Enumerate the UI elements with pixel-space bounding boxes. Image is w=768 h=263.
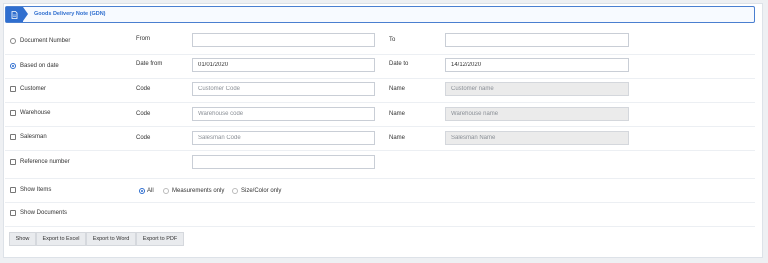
customer-code-input[interactable]	[192, 82, 375, 96]
reference-input[interactable]	[192, 155, 375, 169]
based-on-date-label: Based on date	[20, 63, 59, 69]
date-from-input[interactable]	[192, 58, 375, 72]
document-icon	[11, 10, 18, 19]
show-items-all-radio[interactable]	[139, 188, 145, 194]
reference-label: Reference number	[20, 159, 70, 165]
salesman-label: Salesman	[20, 134, 47, 140]
header-icon-badge	[6, 7, 28, 22]
salesman-name-input	[445, 131, 629, 145]
document-number-label: Document Number	[20, 38, 71, 44]
show-items-size-color-label: Size/Color only	[241, 188, 282, 194]
row-divider	[5, 78, 755, 79]
warehouse-checkbox[interactable]	[10, 110, 16, 116]
document-from-input[interactable]	[192, 33, 375, 47]
warehouse-code-label: Code	[136, 111, 151, 117]
row-divider	[5, 126, 755, 127]
show-items-measurements-label: Measurements only	[172, 188, 225, 194]
date-to-label: Date to	[389, 61, 409, 67]
salesman-name-label: Name	[389, 135, 406, 141]
salesman-code-label: Code	[136, 135, 151, 141]
warehouse-name-input	[445, 107, 629, 121]
document-number-radio[interactable]	[10, 38, 16, 44]
report-header: Goods Delivery Note (GDN)	[5, 6, 755, 23]
date-from-label: Date from	[136, 61, 163, 67]
warehouse-label: Warehouse	[20, 110, 51, 116]
to-label: To	[389, 37, 396, 43]
show-documents-label: Show Documents	[20, 210, 68, 216]
show-items-label: Show Items	[20, 187, 52, 193]
warehouse-name-label: Name	[389, 111, 406, 117]
customer-code-label: Code	[136, 86, 151, 92]
warehouse-code-input[interactable]	[192, 107, 375, 121]
row-divider	[5, 226, 755, 227]
show-items-checkbox[interactable]	[10, 187, 16, 193]
row-divider	[5, 178, 755, 179]
export-pdf-button[interactable]: Export to PDF	[136, 232, 184, 246]
from-label: From	[136, 36, 150, 42]
salesman-checkbox[interactable]	[10, 134, 16, 140]
customer-name-input	[445, 82, 629, 96]
customer-checkbox[interactable]	[10, 86, 16, 92]
row-divider	[5, 150, 755, 151]
customer-label: Customer	[20, 86, 47, 92]
salesman-code-input[interactable]	[192, 131, 375, 145]
report-title: Goods Delivery Note (GDN)	[34, 11, 106, 17]
show-items-measurements-radio[interactable]	[163, 188, 169, 194]
show-items-size-color-radio[interactable]	[232, 188, 238, 194]
export-word-button[interactable]: Export to Word	[86, 232, 136, 246]
row-divider	[5, 102, 755, 103]
date-to-input[interactable]	[445, 58, 629, 72]
show-items-all-label: All	[147, 188, 154, 194]
export-excel-button[interactable]: Export to Excel	[36, 232, 86, 246]
based-on-date-radio[interactable]	[10, 63, 16, 69]
row-divider	[5, 54, 755, 55]
show-button[interactable]: Show	[9, 232, 36, 246]
reference-checkbox[interactable]	[10, 159, 16, 165]
row-divider	[5, 202, 755, 203]
report-panel	[3, 3, 763, 258]
document-to-input[interactable]	[445, 33, 629, 47]
customer-name-label: Name	[389, 86, 406, 92]
show-documents-checkbox[interactable]	[10, 210, 16, 216]
